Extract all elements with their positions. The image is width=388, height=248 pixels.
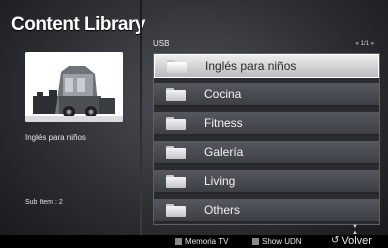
- panel-divider: [140, 0, 142, 235]
- folder-icon: [166, 203, 186, 217]
- memoria-tv-label: Memoria TV: [185, 237, 229, 246]
- folder-item-cocina[interactable]: Cocina: [154, 83, 379, 107]
- folder-item-ingles[interactable]: Inglés para niños: [154, 54, 379, 78]
- folder-label: Cocina: [204, 87, 242, 101]
- page-indicator[interactable]: « 1/1 »: [356, 41, 374, 47]
- folder-label: Galería: [204, 145, 244, 159]
- back-button[interactable]: ↺ Volver: [331, 235, 372, 247]
- folder-item-others[interactable]: Others: [154, 199, 379, 223]
- sub-item-count: Sub Item : 2: [25, 199, 63, 206]
- folder-label: Inglés para niños: [205, 59, 297, 73]
- folder-item-galeria[interactable]: Galería: [154, 141, 379, 165]
- folder-icon: [166, 145, 186, 159]
- show-udn-button[interactable]: Show UDN: [252, 237, 302, 246]
- show-udn-label: Show UDN: [262, 237, 302, 246]
- folder-item-fitness[interactable]: Fitness: [154, 112, 379, 136]
- folder-list: Inglés para niños Cocina Fitness Galería…: [153, 53, 380, 225]
- folder-icon: [166, 87, 186, 101]
- color-key-icon: [252, 238, 259, 245]
- folder-icon: [167, 59, 187, 73]
- return-arrow-icon: ↺: [331, 235, 340, 246]
- bottom-key-bar: Memoria TV Show UDN ↺ Volver: [0, 235, 388, 248]
- memoria-tv-button[interactable]: Memoria TV: [175, 237, 228, 246]
- content-library-screen: Content Library Inglés para niños Sub It…: [0, 0, 388, 248]
- folder-item-living[interactable]: Living: [154, 170, 379, 194]
- breadcrumb: USB: [153, 39, 170, 48]
- preview-caption: Inglés para niños: [25, 133, 86, 142]
- preview-image: [25, 52, 123, 122]
- folder-label: Fitness: [204, 116, 243, 130]
- preview-thumbnail: [25, 52, 123, 122]
- page-title: Content Library: [11, 14, 145, 35]
- color-key-icon: [175, 238, 182, 245]
- folder-icon: [166, 174, 186, 188]
- back-label: Volver: [341, 235, 372, 247]
- folder-label: Others: [204, 203, 241, 217]
- folder-icon: [166, 116, 186, 130]
- folder-label: Living: [204, 174, 236, 188]
